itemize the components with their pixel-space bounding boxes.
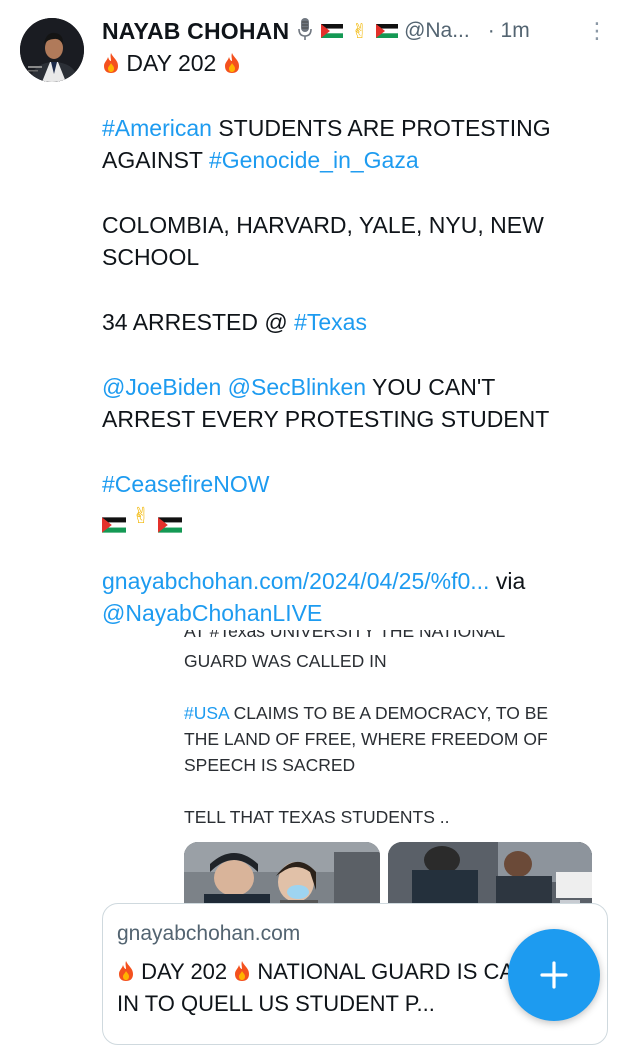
preview-text: AT #Texas UNIVERSITY THE NATIONAL GUARD … bbox=[184, 630, 584, 856]
post-text: 34 ARRESTED @ bbox=[102, 309, 295, 335]
mention-link[interactable]: @JoeBiden bbox=[102, 374, 221, 400]
mention-link[interactable]: @NayabChohanLIVE bbox=[102, 600, 322, 626]
fire-icon bbox=[223, 50, 241, 73]
palestine-flag-icon bbox=[321, 24, 344, 38]
embedded-preview[interactable]: AT #Texas UNIVERSITY THE NATIONAL GUARD … bbox=[160, 630, 606, 910]
emoji-line: ✌ bbox=[102, 500, 592, 533]
preview-paragraph: GUARD WAS CALLED IN bbox=[184, 651, 387, 671]
preview-paragraph: TELL THAT TEXAS STUDENTS .. bbox=[184, 807, 450, 827]
post-text: via bbox=[489, 568, 526, 594]
link-card-title-part: DAY 202 bbox=[141, 959, 228, 984]
author-handle[interactable]: @Na... bbox=[404, 19, 470, 43]
more-options-icon[interactable]: ⋮ bbox=[586, 20, 608, 42]
victory-hand-icon: ✌ bbox=[132, 503, 151, 528]
hashtag-link[interactable]: #American bbox=[102, 115, 212, 141]
post-timestamp[interactable]: · 1m bbox=[488, 19, 530, 43]
compose-button[interactable] bbox=[508, 929, 600, 1021]
hashtag-link[interactable]: #CeasefireNOW bbox=[102, 471, 269, 497]
microphone-icon bbox=[297, 17, 313, 46]
fire-icon bbox=[102, 50, 120, 73]
hashtag-link[interactable]: #Genocide_in_Gaza bbox=[209, 147, 419, 173]
hashtag-link[interactable]: #Texas bbox=[294, 309, 367, 335]
preview-text-span: CLAIMS TO BE A DEMOCRACY, TO BE THE LAND… bbox=[184, 703, 549, 775]
mention-link[interactable]: @SecBlinken bbox=[228, 374, 366, 400]
palestine-flag-icon bbox=[102, 509, 126, 533]
fire-icon bbox=[233, 959, 251, 981]
preview-paragraph: #USA CLAIMS TO BE A DEMOCRACY, TO BE THE… bbox=[184, 700, 584, 778]
post-body: DAY 202 #American STUDENTS ARE PROTESTIN… bbox=[102, 47, 592, 629]
post-paragraph: 34 ARRESTED @ #Texas bbox=[102, 306, 592, 338]
post-paragraph: #CeasefireNOW bbox=[102, 468, 592, 500]
post-paragraph: gnayabchohan.com/2024/04/25/%f0... via @N… bbox=[102, 565, 592, 629]
external-link[interactable]: gnayabchohan.com/2024/04/25/%f0... bbox=[102, 568, 489, 594]
post-paragraph: #American STUDENTS ARE PROTESTING AGAINS… bbox=[102, 112, 592, 176]
fire-icon bbox=[117, 959, 135, 981]
avatar-image bbox=[20, 18, 84, 82]
preview-cut-line: AT #Texas UNIVERSITY THE NATIONAL bbox=[184, 630, 506, 641]
preview-photo bbox=[184, 842, 380, 910]
post-paragraph: COLOMBIA, HARVARD, YALE, NYU, NEW SCHOOL bbox=[102, 212, 544, 270]
author-name[interactable]: NAYAB CHOHAN bbox=[102, 18, 289, 45]
post-header: NAYAB CHOHAN ✌ @Na... · 1m ⋮ bbox=[102, 14, 608, 48]
preview-photo bbox=[388, 842, 592, 910]
palestine-flag-icon bbox=[375, 24, 399, 38]
post-paragraph: @JoeBiden @SecBlinken YOU CAN'T ARREST E… bbox=[102, 371, 592, 435]
hashtag-link: #USA bbox=[184, 703, 229, 723]
victory-hand-icon: ✌ bbox=[351, 20, 369, 43]
avatar[interactable] bbox=[20, 18, 84, 82]
plus-icon bbox=[540, 961, 568, 989]
post-paragraph: DAY 202 bbox=[102, 47, 592, 79]
link-card-domain: gnayabchohan.com bbox=[117, 922, 301, 945]
palestine-flag-icon bbox=[158, 509, 183, 533]
post-day-text: DAY 202 bbox=[126, 50, 217, 76]
